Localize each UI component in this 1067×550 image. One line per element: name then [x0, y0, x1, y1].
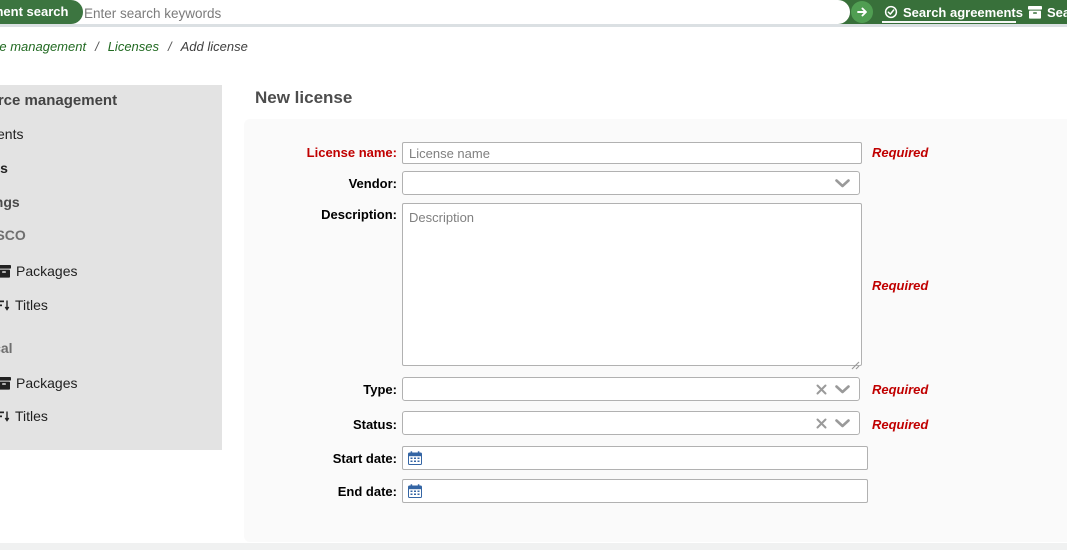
sidebar-item-label: Titles — [15, 406, 48, 426]
sidebar-item-label: Packages — [16, 373, 77, 393]
breadcrumb: E-resource management / Licenses / Add l… — [0, 27, 248, 65]
breadcrumb-separator: / — [95, 39, 99, 54]
start-date-input[interactable] — [402, 446, 868, 470]
sidebar-item-licenses[interactable]: Licenses — [0, 158, 8, 178]
sidebar-item-local-titles[interactable]: Titles — [0, 406, 48, 426]
chevron-down-icon — [835, 419, 850, 428]
sidebar-item-label: Agreements — [0, 124, 23, 144]
page-bottom-strip — [0, 543, 1067, 550]
archive-box-icon — [0, 377, 11, 390]
type-select[interactable] — [402, 377, 860, 401]
sidebar-item-label: Licenses — [0, 158, 8, 178]
sidebar-subheader-ebsco: EBSCO — [0, 225, 26, 245]
breadcrumb-licenses-link[interactable]: Licenses — [108, 39, 159, 54]
search-input[interactable] — [82, 2, 786, 24]
sidebar-item-agreements[interactable]: Agreements — [0, 124, 23, 144]
calendar-icon[interactable] — [408, 484, 422, 498]
sidebar-item-eholdings[interactable]: eHoldings — [0, 192, 20, 212]
license-name-label: License name: — [255, 145, 397, 161]
active-link-underline — [882, 21, 1016, 23]
description-textarea[interactable] — [402, 203, 862, 366]
chevron-down-icon — [835, 385, 850, 394]
end-date-input[interactable] — [402, 479, 868, 503]
sidebar-item-label: Titles — [15, 295, 48, 315]
search-agreements-label: Search agreements — [903, 5, 1023, 20]
sidebar-item-ebsco-titles[interactable]: Titles — [0, 295, 48, 315]
status-label: Status: — [255, 417, 397, 433]
required-note: Required — [872, 417, 928, 432]
required-note: Required — [872, 145, 928, 160]
type-label: Type: — [255, 382, 397, 398]
license-name-input[interactable] — [402, 142, 862, 164]
sidebar: E-resource management Agreements License… — [0, 85, 222, 450]
calendar-icon[interactable] — [408, 451, 422, 465]
end-date-label: End date: — [255, 484, 397, 500]
page-title: New license — [255, 88, 352, 108]
sidebar-item-local-packages[interactable]: Packages — [0, 373, 77, 393]
search-licenses-link[interactable]: Search licenses — [1028, 0, 1067, 24]
vendor-label: Vendor: — [255, 176, 397, 192]
archive-box-icon — [0, 265, 11, 278]
clear-x-icon[interactable] — [816, 384, 827, 395]
archive-box-icon — [1028, 6, 1042, 19]
search-submit-button[interactable] — [851, 1, 873, 23]
search-licenses-label: Search licenses — [1047, 5, 1067, 20]
sidebar-item-label: Packages — [16, 261, 77, 281]
chevron-down-icon — [835, 179, 850, 188]
breadcrumb-separator: / — [168, 39, 172, 54]
sidebar-subheader-label: Local — [0, 338, 13, 358]
vendor-select[interactable] — [402, 171, 860, 195]
breadcrumb-current: Add license — [181, 39, 248, 54]
check-circle-icon — [884, 5, 898, 19]
clear-x-icon[interactable] — [816, 418, 827, 429]
required-note: Required — [872, 382, 928, 397]
description-field-wrap — [402, 203, 862, 368]
sidebar-item-label: eHoldings — [0, 192, 20, 212]
status-select[interactable] — [402, 411, 860, 435]
sort-titles-icon — [0, 410, 10, 423]
required-note: Required — [872, 278, 928, 293]
arrow-right-icon — [855, 5, 869, 19]
sidebar-title: E-resource management — [0, 92, 117, 109]
search-type-tab[interactable]: Agreement search — [0, 0, 83, 24]
breadcrumb-erm-link[interactable]: E-resource management — [0, 39, 86, 54]
sidebar-subheader-local: Local — [0, 338, 13, 358]
start-date-label: Start date: — [255, 451, 397, 467]
sidebar-subheader-label: EBSCO — [0, 225, 26, 245]
sort-titles-icon — [0, 299, 10, 312]
description-label: Description: — [255, 207, 397, 223]
sidebar-item-ebsco-packages[interactable]: Packages — [0, 261, 77, 281]
